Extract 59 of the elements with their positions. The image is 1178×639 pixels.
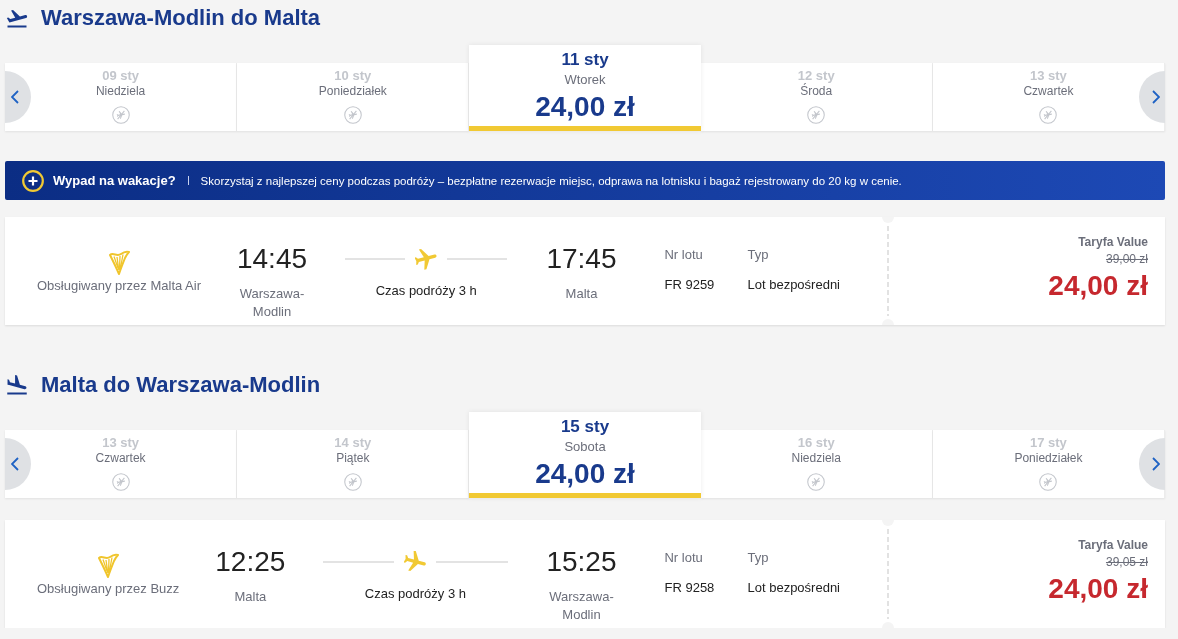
plane-takeoff-icon: [6, 8, 28, 28]
arrival-time: 17:45: [546, 245, 617, 273]
date-tab[interactable]: 13 sty Czwartek: [932, 63, 1165, 131]
operator-text: Obsługiwany przez Buzz: [37, 581, 180, 597]
banner-text: Skorzystaj z najlepszej ceny podczas podróży – bezpłatne rezerwacje miejsc, odprawa na lotnisku i bagaż rejestrowany do 20 kg w cenie.: [200, 174, 902, 187]
arrival-city: Malta: [565, 285, 598, 303]
plane-icon: [415, 248, 438, 270]
banner-heading: Wypad na wakacje?: [53, 173, 176, 188]
date-tab[interactable]: 17 sty Poniedziałek: [932, 430, 1165, 498]
date-tab[interactable]: 14 sty Piątek: [237, 430, 470, 498]
date-tab[interactable]: 11 sty Wtorek 24,00 zł: [469, 45, 701, 131]
chevron-right-icon: [1152, 457, 1160, 471]
crossed-plane-icon: [343, 106, 362, 124]
chevron-right-icon: [1152, 90, 1160, 104]
date-tab[interactable]: 13 sty Czwartek: [5, 430, 238, 498]
date-tab[interactable]: 15 sty Sobota 24,00 zł: [469, 412, 701, 498]
date-tab[interactable]: 09 sty Niedziela: [5, 63, 238, 131]
chevron-left-icon: [11, 90, 19, 104]
crossed-plane-icon: [343, 473, 362, 491]
fare-price: 24,00 zł: [1048, 572, 1148, 606]
flight-type: Lot bezpośredni: [747, 276, 840, 294]
fare-name: Taryfa Value: [1078, 234, 1148, 250]
departure-city: Warszawa-Modlin: [238, 285, 306, 321]
crossed-plane-icon: [111, 106, 130, 124]
fare-name: Taryfa Value: [1078, 537, 1148, 553]
flight-number: FR 9259: [664, 276, 715, 294]
harp-icon: [108, 249, 130, 275]
plane-landing-icon: [6, 375, 28, 395]
operator-text: Obsługiwany przez Malta Air: [37, 278, 201, 294]
arrival-city: Warszawa-Modlin: [548, 588, 615, 624]
departure-time: 14:45: [236, 245, 308, 273]
plane-icon: [404, 551, 427, 573]
crossed-plane-icon: [807, 106, 826, 124]
flight-number: FR 9258: [664, 579, 715, 597]
flight-type-label: Typ: [747, 246, 769, 264]
departure-time: 12:25: [215, 548, 286, 576]
flight-number-label: Nr lotu: [664, 549, 703, 567]
date-tab[interactable]: 10 sty Poniedziałek: [237, 63, 470, 131]
old-price: 39,05 zł: [1105, 554, 1148, 570]
crossed-plane-icon: [1039, 106, 1058, 124]
section-title: Warszawa-Modlin do Malta: [41, 4, 321, 32]
date-tab[interactable]: 12 sty Środa: [700, 63, 933, 131]
old-price: 39,00 zł: [1105, 251, 1148, 267]
duration-text: Czas podróży 3 h: [364, 586, 466, 602]
duration-text: Czas podróży 3 h: [375, 283, 477, 299]
flight-type: Lot bezpośredni: [747, 579, 840, 597]
date-tab[interactable]: 16 sty Niedziela: [700, 430, 933, 498]
crossed-plane-icon: [1039, 473, 1058, 491]
arrival-time: 15:25: [546, 548, 617, 576]
flight-type-label: Typ: [747, 549, 769, 567]
plus-circle-icon: [22, 169, 44, 192]
flight-number-label: Nr lotu: [664, 246, 703, 264]
crossed-plane-icon: [807, 473, 826, 491]
harp-icon: [97, 552, 120, 578]
departure-city: Malta: [234, 588, 267, 606]
section-title: Malta do Warszawa-Modlin: [41, 371, 321, 399]
fare-price: 24,00 zł: [1048, 269, 1148, 303]
crossed-plane-icon: [111, 473, 130, 491]
chevron-left-icon: [11, 457, 19, 471]
